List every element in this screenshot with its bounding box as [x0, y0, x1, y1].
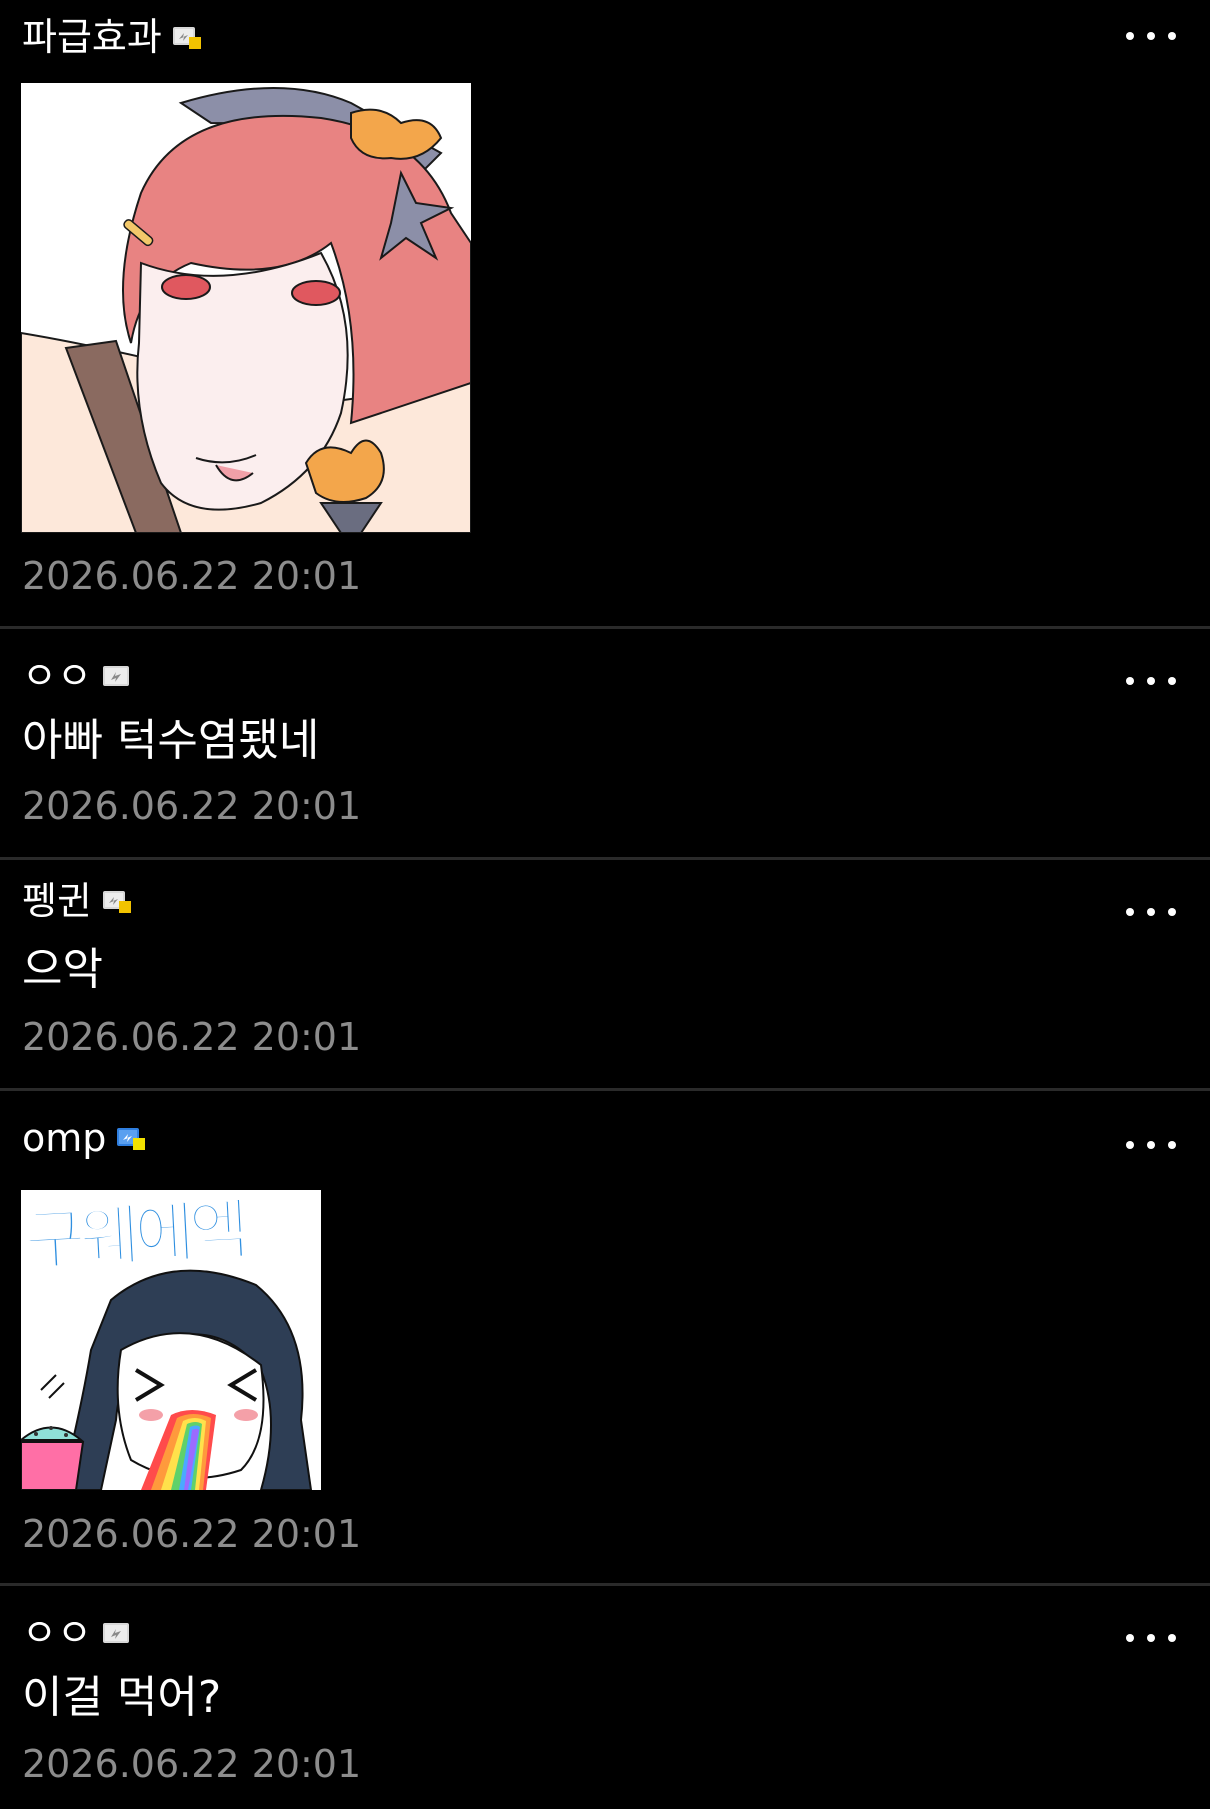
comment-timestamp: 2026.06.22 20:01 [22, 1742, 362, 1786]
comment-item: 파급효과 2026.06.22 20:01 [0, 0, 1210, 627]
pink-haired-girl-sticker [21, 83, 471, 533]
comment-timestamp: 2026.06.22 20:01 [22, 1015, 362, 1059]
author-name: 파급효과 [22, 15, 162, 59]
comment-item: ㅇㅇ 아빠 턱수염됐네 2026.06.22 20:01 [0, 629, 1210, 858]
comment-item: ㅇㅇ 이걸 먹어? 2026.06.22 20:01 [0, 1586, 1210, 1809]
more-options-button[interactable] [1126, 671, 1176, 691]
comment-text: 으악 [22, 944, 103, 995]
more-options-button[interactable] [1126, 1628, 1176, 1648]
comment-author[interactable]: ㅇㅇ [22, 1610, 132, 1656]
gallery-member-badge-icon [172, 24, 202, 50]
more-options-button[interactable] [1126, 1135, 1176, 1155]
rainbow-vomit-sticker: 구웨에엑 [21, 1190, 321, 1490]
dot-icon [1147, 32, 1155, 40]
dot-icon [1168, 1634, 1176, 1642]
dot-icon [1168, 908, 1176, 916]
comment-timestamp: 2026.06.22 20:01 [22, 1512, 362, 1556]
comment-author[interactable]: ㅇㅇ [22, 653, 132, 699]
dot-icon [1168, 677, 1176, 685]
dot-icon [1147, 908, 1155, 916]
comment-timestamp: 2026.06.22 20:01 [22, 784, 362, 828]
dot-icon [1126, 32, 1134, 40]
comment-text: 이걸 먹어? [22, 1672, 222, 1723]
author-name: omp [22, 1116, 107, 1160]
gallery-member-badge-icon [116, 1125, 146, 1151]
dot-icon [1126, 908, 1134, 916]
dot-icon [1147, 1634, 1155, 1642]
dot-icon [1168, 32, 1176, 40]
author-name: ㅇㅇ [22, 654, 92, 698]
dot-icon [1168, 1141, 1176, 1149]
gallery-member-badge-icon [102, 888, 132, 914]
more-options-button[interactable] [1126, 902, 1176, 922]
dot-icon [1126, 1634, 1134, 1642]
more-options-button[interactable] [1126, 26, 1176, 46]
comment-item: 펭귄 으악 2026.06.22 20:01 [0, 860, 1210, 1089]
dot-icon [1147, 677, 1155, 685]
comment-item: omp 구웨에엑 2026.06.22 20:01 [0, 1091, 1210, 1585]
sticker-caption: 구웨에엑 [22, 1190, 247, 1280]
author-name: ㅇㅇ [22, 1611, 92, 1655]
dot-icon [1126, 1141, 1134, 1149]
comment-author[interactable]: omp [22, 1115, 146, 1161]
author-name: 펭귄 [22, 879, 92, 923]
comment-author[interactable]: 파급효과 [22, 14, 202, 60]
guest-badge-icon [102, 663, 132, 689]
guest-badge-icon [102, 1620, 132, 1646]
comment-author[interactable]: 펭귄 [22, 878, 132, 924]
dot-icon [1126, 677, 1134, 685]
dot-icon [1147, 1141, 1155, 1149]
comment-timestamp: 2026.06.22 20:01 [22, 554, 362, 598]
comment-text: 아빠 턱수염됐네 [22, 715, 320, 766]
